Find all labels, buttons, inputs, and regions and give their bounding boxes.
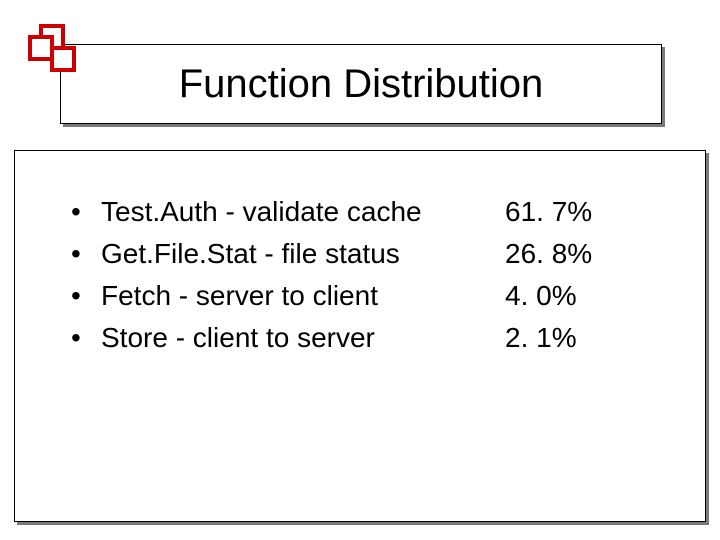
bullet-icon: • — [71, 275, 101, 317]
item-value: 4. 0% — [505, 275, 645, 317]
list-item: • Store - client to server 2. 1% — [15, 317, 705, 359]
title-container: Function Distribution — [60, 44, 662, 124]
item-label: Test.Auth - validate cache — [101, 191, 505, 233]
logo-icon — [28, 24, 88, 84]
bullet-icon: • — [71, 191, 101, 233]
item-value: 2. 1% — [505, 317, 645, 359]
item-label: Store - client to server — [101, 317, 505, 359]
slide: Function Distribution • Test.Auth - vali… — [0, 0, 720, 540]
item-label: Get.File.Stat - file status — [101, 233, 505, 275]
item-value: 26. 8% — [505, 233, 645, 275]
bullet-icon: • — [71, 317, 101, 359]
bullet-icon: • — [71, 233, 101, 275]
body-container: • Test.Auth - validate cache 61. 7% • Ge… — [14, 150, 706, 522]
item-value: 61. 7% — [505, 191, 645, 233]
list-item: • Fetch - server to client 4. 0% — [15, 275, 705, 317]
list-item: • Test.Auth - validate cache 61. 7% — [15, 191, 705, 233]
item-label: Fetch - server to client — [101, 275, 505, 317]
list-item: • Get.File.Stat - file status 26. 8% — [15, 233, 705, 275]
slide-title: Function Distribution — [179, 62, 544, 107]
